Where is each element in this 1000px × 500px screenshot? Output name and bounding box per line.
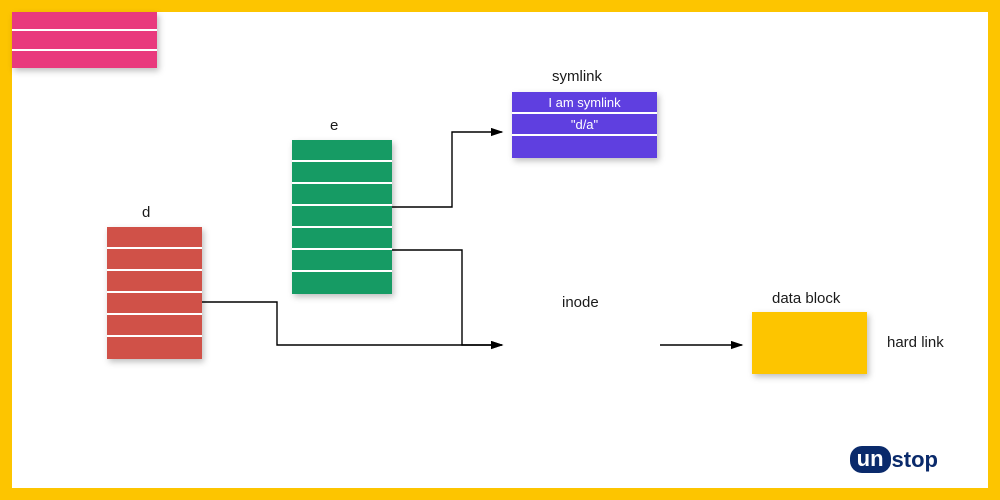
diagram-canvas: d e symlink I am symlink "d/a" inode dat… <box>12 12 988 488</box>
block-inode <box>12 12 157 68</box>
block-inode-label: inode <box>562 294 599 311</box>
block-datablock-label: data block <box>772 290 840 307</box>
block-symlink: I am symlink "d/a" <box>512 92 657 158</box>
block-d-label: d <box>142 204 150 221</box>
logo-prefix: un <box>850 446 891 473</box>
symlink-row-0: I am symlink <box>512 92 657 114</box>
brand-logo: unstop <box>850 446 938 473</box>
logo-suffix: stop <box>892 447 938 473</box>
symlink-row-2 <box>512 136 657 158</box>
block-symlink-label: symlink <box>552 68 602 85</box>
symlink-row-1: "d/a" <box>512 114 657 136</box>
block-e-label: e <box>330 117 338 134</box>
block-e <box>292 140 392 294</box>
hardlink-annotation: hard link <box>887 334 944 351</box>
block-datablock <box>752 312 867 374</box>
arrow-e-to-symlink <box>392 132 502 207</box>
arrow-d-to-inode <box>202 302 502 345</box>
block-d <box>107 227 202 359</box>
arrow-e-to-inode <box>392 250 502 345</box>
